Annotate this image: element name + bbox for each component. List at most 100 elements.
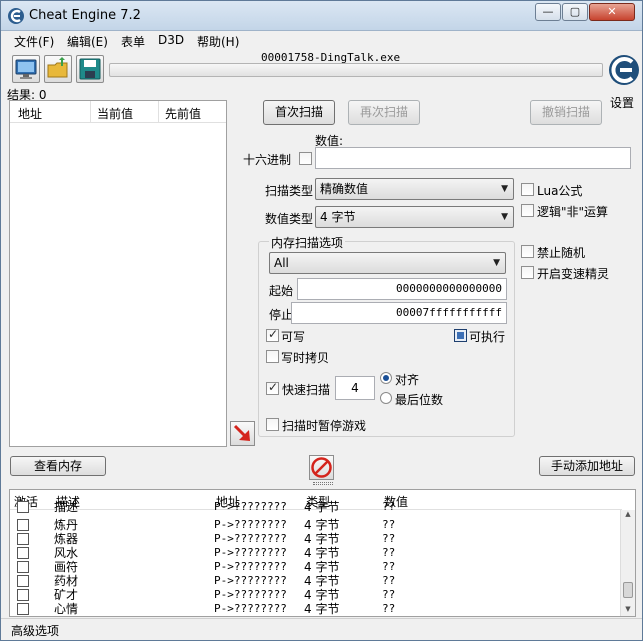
settings-label[interactable]: 设置 xyxy=(610,94,634,111)
add-to-address-list-button[interactable] xyxy=(230,421,255,446)
last-digits-radio[interactable] xyxy=(380,392,392,404)
save-file-button[interactable] xyxy=(76,55,104,83)
minimize-button[interactable]: — xyxy=(535,3,561,21)
scan-type-label: 扫描类型 xyxy=(265,184,314,198)
row-active-checkbox[interactable] xyxy=(17,533,29,545)
column-previous-value[interactable]: 先前值 xyxy=(165,105,201,122)
scan-type-select[interactable]: 精确数值 ▼ xyxy=(315,178,514,200)
scrollbar-thumb[interactable] xyxy=(623,582,633,598)
pause-game-label: 扫描时暂停游戏 xyxy=(282,419,367,433)
scan-progress-bar xyxy=(109,63,603,77)
writable-checkbox[interactable] xyxy=(266,327,279,342)
open-file-button[interactable] xyxy=(44,55,72,83)
table-row[interactable]: 心情 P->???????? 4 字节 ?? xyxy=(10,602,622,616)
not-logic-checkbox[interactable] xyxy=(521,204,534,217)
row-description: 画符 xyxy=(54,560,79,574)
menu-bar: 文件(F) 编辑(E) 表单 D3D 帮助(H) xyxy=(1,31,642,50)
table-row[interactable]: 风水 P->???????? 4 字节 ?? xyxy=(10,546,622,560)
fast-scan-label: 快速扫描 xyxy=(282,383,331,397)
row-active-checkbox[interactable] xyxy=(17,547,29,559)
row-address: P->???????? xyxy=(214,546,287,559)
row-active-checkbox[interactable] xyxy=(17,561,29,573)
lua-formula-checkbox[interactable] xyxy=(521,183,534,196)
no-random-checkbox[interactable] xyxy=(521,245,534,258)
row-value: ?? xyxy=(382,560,396,573)
speedhack-label: 开启变速精灵 xyxy=(537,267,610,281)
hex-checkbox[interactable] xyxy=(299,152,312,165)
row-value: ?? xyxy=(382,602,396,615)
main-window: Cheat Engine 7.2 — ▢ ✕ 文件(F) 编辑(E) 表单 D3… xyxy=(0,0,643,641)
no-random-label: 禁止随机 xyxy=(537,246,586,260)
memory-region-value: All xyxy=(274,256,289,270)
row-active-checkbox[interactable] xyxy=(17,603,29,615)
not-logic-label: 逻辑"非"运算 xyxy=(537,205,609,219)
pause-game-checkbox[interactable] xyxy=(266,418,279,431)
start-address-input[interactable]: 0000000000000000 xyxy=(297,278,507,300)
scroll-down-arrow-icon[interactable]: ▼ xyxy=(621,605,635,616)
row-active-checkbox[interactable] xyxy=(17,519,29,531)
clear-list-button[interactable] xyxy=(309,455,334,480)
stop-address-input[interactable]: 00007fffffffffff xyxy=(291,302,507,324)
row-type: 4 字节 xyxy=(304,546,340,560)
table-row[interactable]: 炼丹 P->???????? 4 字节 ?? xyxy=(10,518,622,532)
value-type-label: 数值类型 xyxy=(265,212,314,226)
executable-checkbox[interactable] xyxy=(454,329,467,342)
start-address-label: 起始 xyxy=(269,284,294,298)
row-type: 4 字节 xyxy=(304,560,340,574)
stop-address-label: 停止 xyxy=(269,308,294,322)
fast-scan-alignment-input[interactable]: 4 xyxy=(335,376,375,400)
select-process-button[interactable] xyxy=(12,55,40,83)
row-type: 4 字节 xyxy=(304,602,340,616)
table-row[interactable]: 炼器 P->???????? 4 字节 ?? xyxy=(10,532,622,546)
maximize-button[interactable]: ▢ xyxy=(562,3,588,21)
close-button[interactable]: ✕ xyxy=(589,3,635,21)
row-address: P->???????? xyxy=(214,574,287,587)
table-row[interactable]: 画符 P->???????? 4 字节 ?? xyxy=(10,560,622,574)
add-address-manually-button[interactable]: 手动添加地址 xyxy=(539,456,635,476)
table-row[interactable]: 药材 P->???????? 4 字节 ?? xyxy=(10,574,622,588)
row-type: 4 字节 xyxy=(304,574,340,588)
cheat-table[interactable]: 激活 描述 地址 类型 数值 描述 P->???????? 4 字节 ?? 炼丹… xyxy=(9,489,636,617)
memory-region-select[interactable]: All ▼ xyxy=(269,252,506,274)
table-row[interactable]: 矿才 P->???????? 4 字节 ?? xyxy=(10,588,622,602)
menu-edit[interactable]: 编辑(E) xyxy=(67,33,108,50)
copy-on-write-checkbox[interactable] xyxy=(266,350,279,363)
fast-scan-checkbox[interactable] xyxy=(266,380,279,395)
value-type-value: 4 字节 xyxy=(320,210,356,224)
menu-file[interactable]: 文件(F) xyxy=(14,33,54,50)
cheat-table-scrollbar[interactable]: ▲ ▼ xyxy=(620,510,635,616)
align-radio[interactable] xyxy=(380,372,392,384)
first-scan-button[interactable]: 首次扫描 xyxy=(263,100,335,125)
advanced-options-link[interactable]: 高级选项 xyxy=(11,622,59,639)
row-type: 4 字节 xyxy=(304,518,340,532)
undo-scan-button[interactable]: 撤销扫描 xyxy=(530,100,602,125)
status-bar: 高级选项 xyxy=(1,618,642,640)
column-address[interactable]: 地址 xyxy=(18,105,42,122)
row-active-checkbox[interactable] xyxy=(17,575,29,587)
menu-table[interactable]: 表单 xyxy=(121,33,145,50)
menu-d3d[interactable]: D3D xyxy=(158,33,184,47)
row-address: P->???????? xyxy=(214,588,287,601)
scroll-up-arrow-icon[interactable]: ▲ xyxy=(621,510,635,522)
next-scan-button[interactable]: 再次扫描 xyxy=(348,100,420,125)
column-current-value[interactable]: 当前值 xyxy=(97,105,133,122)
view-memory-button[interactable]: 查看内存 xyxy=(10,456,106,476)
title-bar[interactable]: Cheat Engine 7.2 — ▢ ✕ xyxy=(1,1,642,31)
row-active-checkbox[interactable] xyxy=(17,589,29,601)
value-type-select[interactable]: 4 字节 ▼ xyxy=(315,206,514,228)
copy-on-write-label: 写时拷贝 xyxy=(281,351,330,365)
row-active-checkbox[interactable] xyxy=(17,501,29,513)
no-entry-icon xyxy=(311,457,332,478)
row-address: P->???????? xyxy=(214,560,287,573)
value-input[interactable] xyxy=(315,147,631,169)
speedhack-checkbox[interactable] xyxy=(521,266,534,279)
computer-icon xyxy=(15,59,37,79)
row-value: ?? xyxy=(382,574,396,587)
menu-help[interactable]: 帮助(H) xyxy=(197,33,239,50)
panel-splitter[interactable] xyxy=(313,482,333,485)
column-divider xyxy=(158,101,159,123)
found-address-list[interactable]: 地址 当前值 先前值 xyxy=(9,100,227,447)
row-address: P->???????? xyxy=(214,500,287,513)
writable-label: 可写 xyxy=(281,330,306,344)
found-list-header: 地址 当前值 先前值 xyxy=(10,101,226,123)
